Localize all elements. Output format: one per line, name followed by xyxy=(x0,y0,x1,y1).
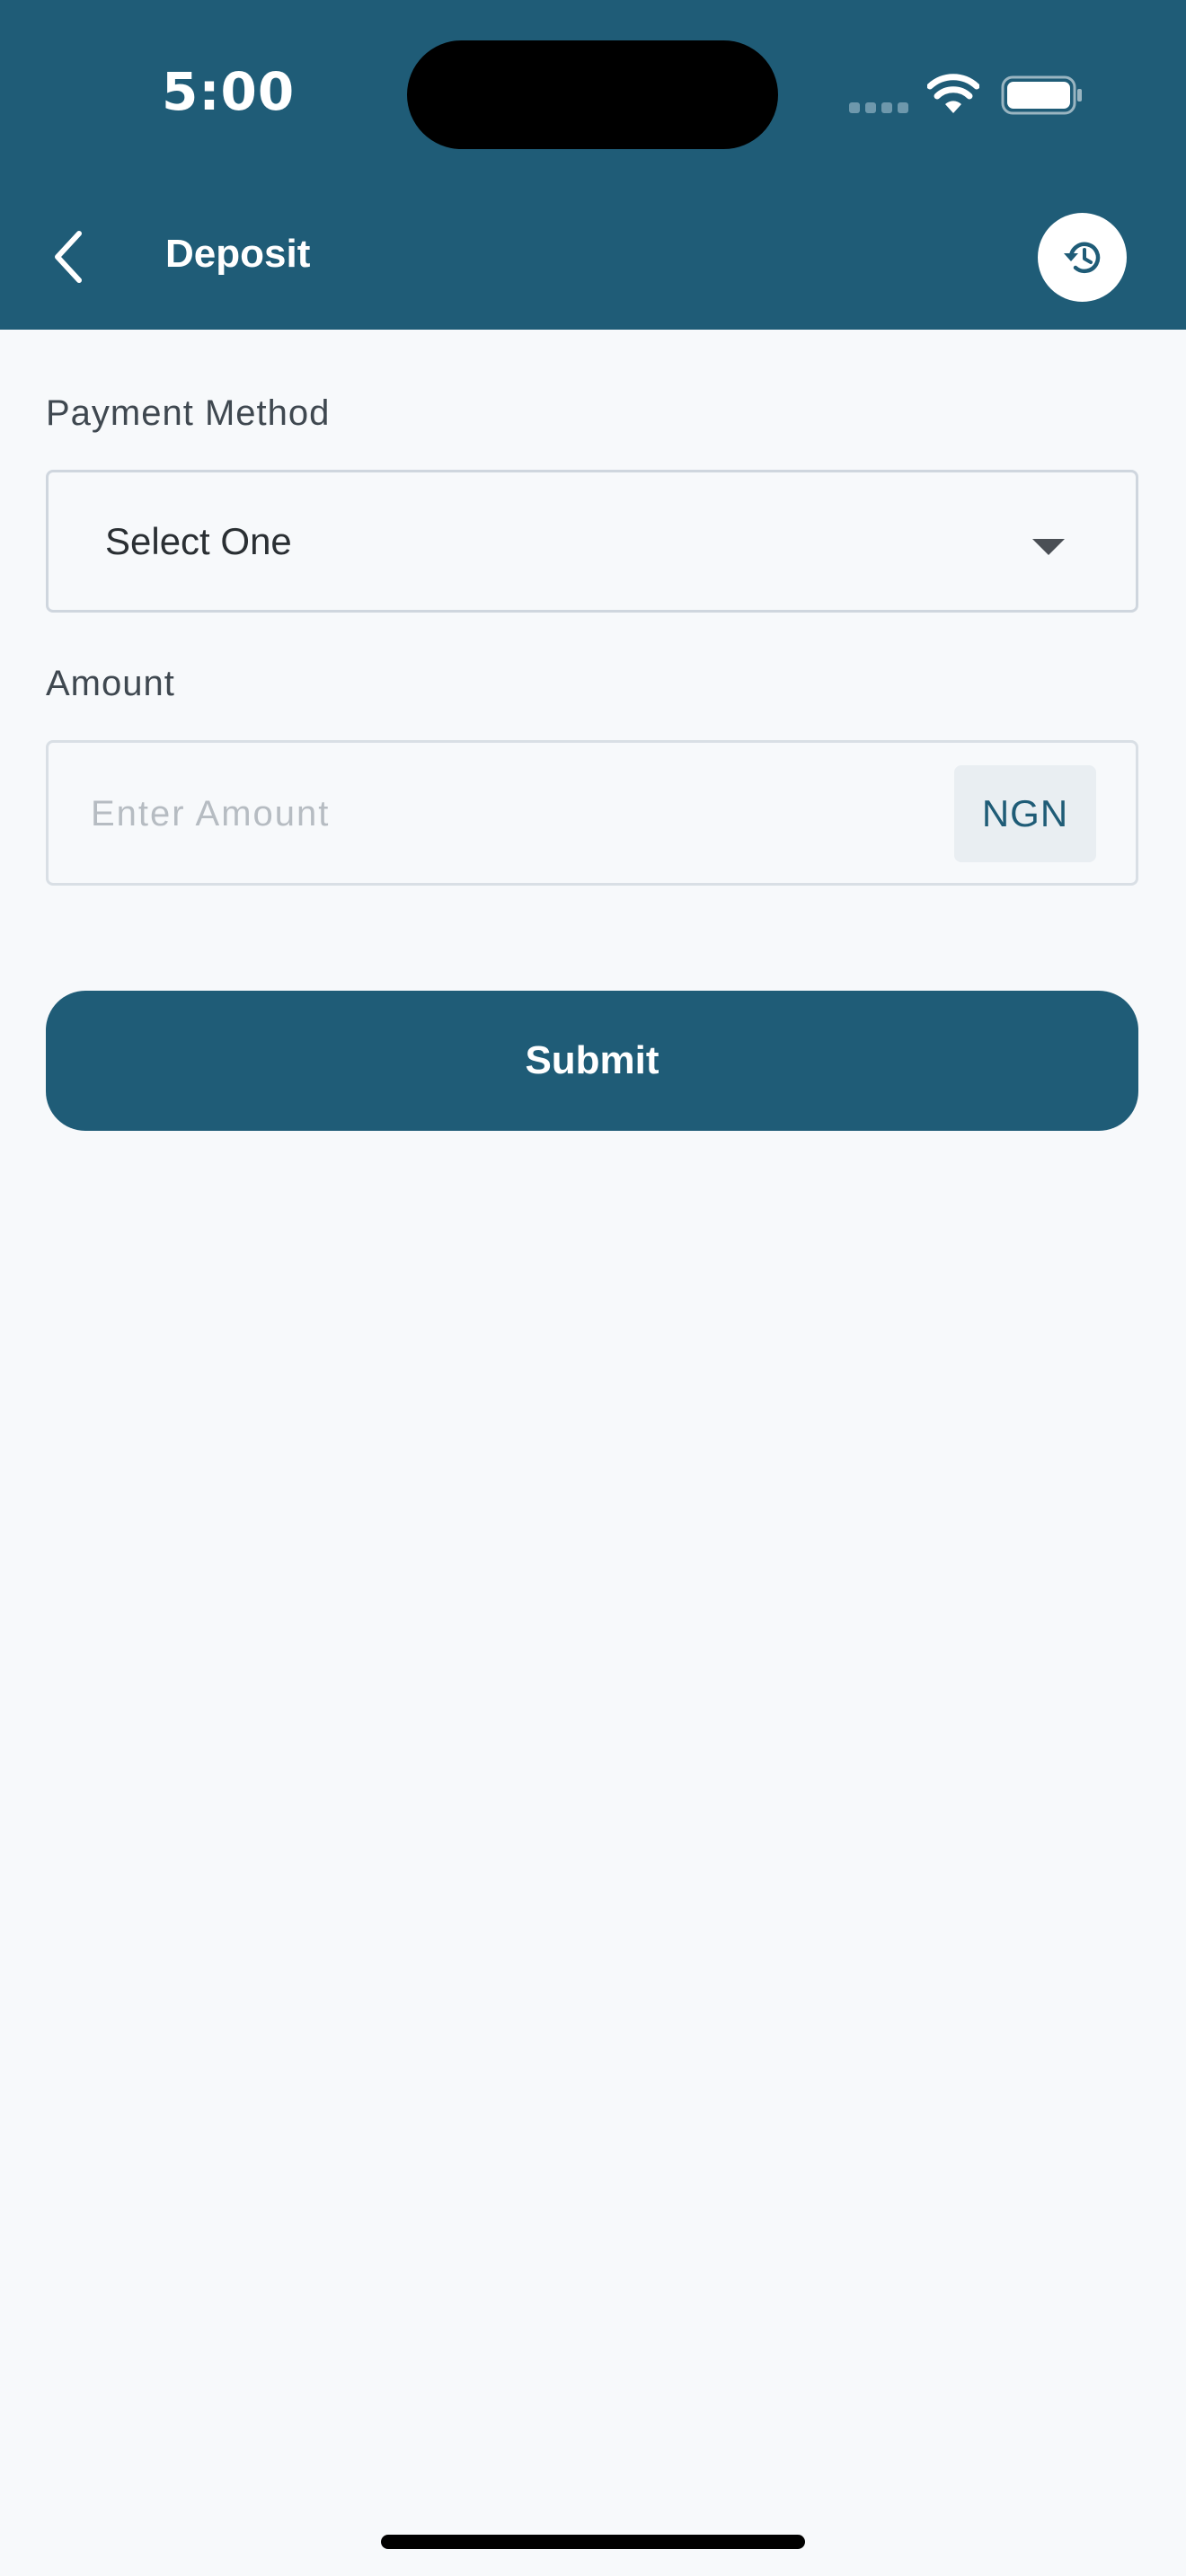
submit-button[interactable]: Submit xyxy=(46,991,1138,1131)
history-icon xyxy=(1063,242,1100,273)
page-title: Deposit xyxy=(165,232,311,276)
back-button[interactable] xyxy=(40,221,97,293)
amount-field: NGN xyxy=(46,740,1138,886)
dynamic-island xyxy=(407,40,778,149)
home-indicator xyxy=(381,2535,805,2549)
status-time: 5:00 xyxy=(162,61,296,122)
amount-label: Amount xyxy=(46,664,175,703)
caret-down-icon xyxy=(1032,539,1065,555)
payment-method-label: Payment Method xyxy=(46,393,331,433)
app-header: 5:00 Deposit xyxy=(0,0,1186,330)
cellular-signal-icon xyxy=(849,102,908,115)
wifi-icon xyxy=(927,74,979,113)
payment-method-selected-value: Select One xyxy=(105,520,292,562)
payment-method-select[interactable]: Select One xyxy=(46,470,1138,613)
history-button[interactable] xyxy=(1038,213,1127,302)
currency-badge: NGN xyxy=(954,765,1096,862)
chevron-left-icon xyxy=(55,231,82,283)
amount-input[interactable] xyxy=(89,777,901,851)
battery-icon xyxy=(1001,75,1082,115)
